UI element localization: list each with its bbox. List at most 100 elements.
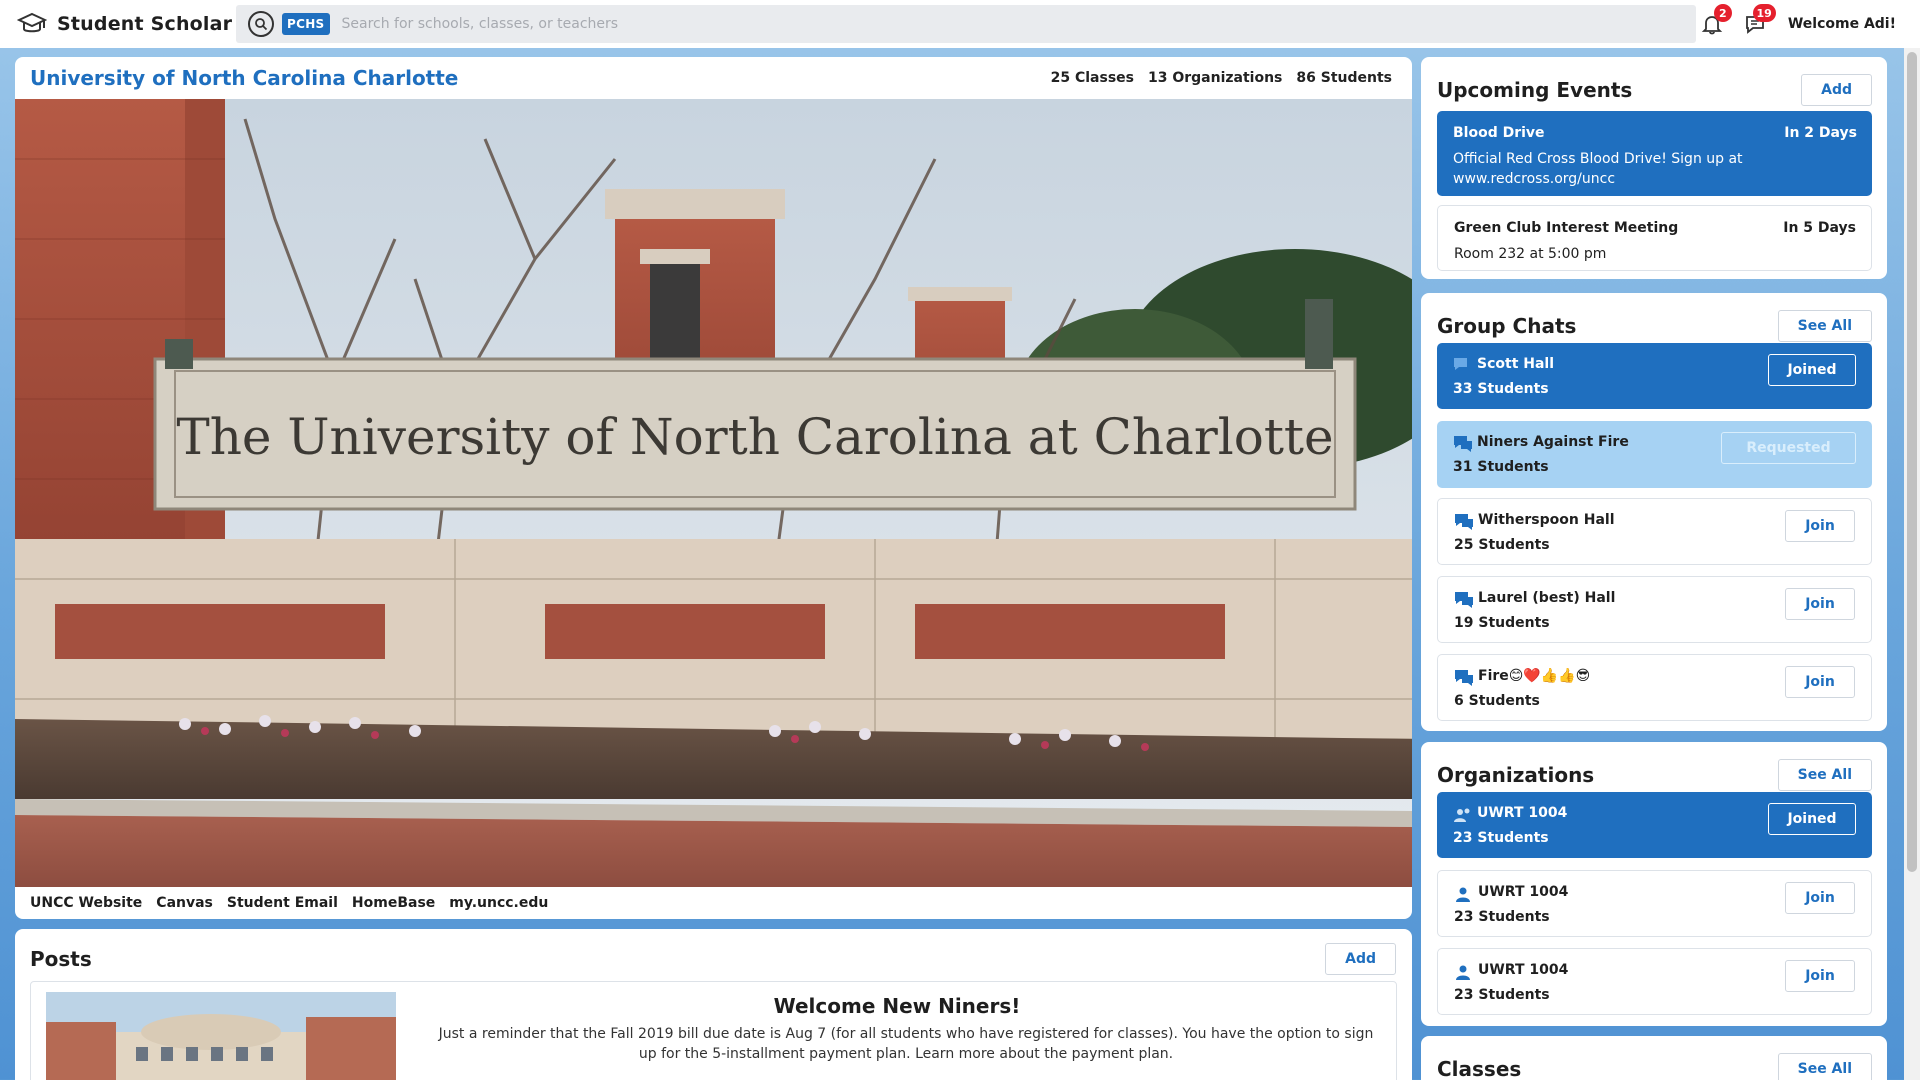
organization-item[interactable]: UWRT 1004 23 Students Joined — [1437, 792, 1872, 858]
users-icon — [1456, 965, 1470, 980]
event-item[interactable]: Blood Drive In 2 Days Official Red Cross… — [1437, 111, 1872, 196]
classes-header: Classes See All — [1421, 1036, 1887, 1080]
group-chat-name: Witherspoon Hall — [1478, 512, 1615, 528]
page-scrollbar[interactable] — [1904, 48, 1920, 1080]
school-links: UNCC Website Canvas Student Email HomeBa… — [15, 887, 1412, 919]
post-image — [46, 992, 396, 1080]
students-count[interactable]: 86 Students — [1296, 70, 1392, 86]
event-name: Blood Drive — [1453, 125, 1545, 141]
group-chat-name: Scott Hall — [1477, 356, 1555, 372]
brand-name: Student Scholar — [57, 13, 233, 35]
event-when: In 2 Days — [1784, 125, 1857, 141]
joined-button[interactable]: Joined — [1768, 803, 1856, 835]
chat-icon — [1455, 592, 1473, 608]
organization-item[interactable]: UWRT 1004 23 Students Join — [1437, 870, 1872, 937]
scrollbar-thumb[interactable] — [1907, 52, 1917, 872]
organization-count: 23 Students — [1454, 987, 1550, 1003]
add-post-button[interactable]: Add — [1325, 943, 1396, 975]
messages-button[interactable]: 19 — [1738, 4, 1776, 42]
users-icon — [1454, 808, 1470, 822]
campus-photo: The University of North Carolina at Char… — [15, 99, 1412, 887]
school-card: University of North Carolina Charlotte 2… — [15, 57, 1412, 919]
see-all-classes-button[interactable]: See All — [1777, 1053, 1872, 1080]
group-chat-item[interactable]: Witherspoon Hall 25 Students Join — [1437, 498, 1872, 565]
organization-name: UWRT 1004 — [1478, 884, 1569, 900]
notifications-badge: 2 — [1713, 4, 1732, 22]
group-chats-title: Group Chats — [1437, 314, 1577, 338]
users-icon — [1456, 887, 1470, 902]
group-chat-item[interactable]: Niners Against Fire 31 Students Requeste… — [1437, 421, 1872, 488]
link-my-uncc[interactable]: my.uncc.edu — [449, 895, 548, 911]
join-button[interactable]: Join — [1785, 960, 1855, 992]
search-input[interactable] — [341, 16, 1542, 32]
school-stats: 25 Classes 13 Organizations 86 Students — [1051, 70, 1392, 86]
classes-card: Classes See All — [1421, 1036, 1887, 1080]
organizations-card: Organizations See All UWRT 1004 23 Stude… — [1421, 742, 1887, 1026]
campus-sign-illustration: The University of North Carolina at Char… — [15, 99, 1412, 887]
search-icon[interactable] — [248, 11, 274, 37]
organizations-count[interactable]: 13 Organizations — [1148, 70, 1282, 86]
posts-card: Posts Add Welcome New Niners! Just a rem… — [15, 929, 1412, 1080]
group-chat-count: 6 Students — [1454, 693, 1540, 709]
messages-badge: 19 — [1752, 4, 1776, 22]
see-all-organizations-button[interactable]: See All — [1777, 759, 1872, 791]
join-button[interactable]: Join — [1785, 882, 1855, 914]
group-chat-count: 31 Students — [1453, 459, 1549, 475]
chat-icon — [1455, 670, 1473, 686]
organization-name: UWRT 1004 — [1477, 805, 1568, 821]
welcome-text[interactable]: Welcome Adi! — [1788, 16, 1896, 32]
post-title: Welcome New Niners! — [773, 994, 1021, 1018]
group-chat-item[interactable]: Scott Hall 33 Students Joined — [1437, 343, 1872, 409]
link-homebase[interactable]: HomeBase — [352, 895, 435, 911]
school-badge[interactable]: PCHS — [282, 13, 330, 35]
link-uncc-website[interactable]: UNCC Website — [30, 895, 142, 911]
classes-title: Classes — [1437, 1057, 1522, 1080]
join-button[interactable]: Join — [1785, 666, 1855, 698]
post-item[interactable]: Welcome New Niners! Just a reminder that… — [30, 981, 1397, 1080]
school-header: University of North Carolina Charlotte 2… — [15, 57, 1412, 99]
requested-button[interactable]: Requested — [1721, 432, 1856, 464]
posts-title: Posts — [30, 947, 92, 971]
group-chats-header: Group Chats See All — [1421, 293, 1887, 347]
events-card: Upcoming Events Add Blood Drive In 2 Day… — [1421, 57, 1887, 279]
join-button[interactable]: Join — [1785, 510, 1855, 542]
link-canvas[interactable]: Canvas — [156, 895, 213, 911]
event-item[interactable]: Green Club Interest Meeting In 5 Days Ro… — [1437, 205, 1872, 271]
event-description: Official Red Cross Blood Drive! Sign up … — [1453, 151, 1743, 187]
join-button[interactable]: Join — [1785, 588, 1855, 620]
school-title[interactable]: University of North Carolina Charlotte — [30, 66, 458, 90]
add-event-button[interactable]: Add — [1801, 74, 1872, 106]
group-chat-name: Niners Against Fire — [1477, 434, 1629, 450]
top-bar: Student Scholar PCHS 2 19 Welcome Adi! — [0, 0, 1920, 48]
notifications-button[interactable]: 2 — [1694, 4, 1732, 42]
event-when: In 5 Days — [1783, 220, 1856, 236]
group-chat-item[interactable]: Fire😊❤️👍👍😎 6 Students Join — [1437, 654, 1872, 721]
group-chat-count: 33 Students — [1453, 381, 1549, 397]
sign-text: The University of North Carolina at Char… — [176, 408, 1333, 466]
joined-button[interactable]: Joined — [1768, 354, 1856, 386]
chat-icon — [1454, 358, 1467, 370]
events-header: Upcoming Events Add — [1421, 57, 1887, 111]
organizations-header: Organizations See All — [1421, 742, 1887, 796]
group-chat-name: Fire😊❤️👍👍😎 — [1478, 668, 1591, 684]
event-name: Green Club Interest Meeting — [1454, 220, 1679, 236]
brand[interactable]: Student Scholar — [0, 8, 236, 40]
event-description: Room 232 at 5:00 pm — [1454, 246, 1607, 262]
posts-header: Posts Add — [15, 929, 1412, 975]
post-text: Just a reminder that the Fall 2019 bill … — [438, 1026, 1374, 1062]
organization-item[interactable]: UWRT 1004 23 Students Join — [1437, 948, 1872, 1015]
chat-icon — [1454, 436, 1472, 452]
organizations-title: Organizations — [1437, 763, 1595, 787]
group-chat-count: 25 Students — [1454, 537, 1550, 553]
group-chat-item[interactable]: Laurel (best) Hall 19 Students Join — [1437, 576, 1872, 643]
events-title: Upcoming Events — [1437, 78, 1633, 102]
chat-icon — [1455, 514, 1473, 530]
organization-name: UWRT 1004 — [1478, 962, 1569, 978]
organization-count: 23 Students — [1453, 830, 1549, 846]
group-chats-card: Group Chats See All Scott Hall 33 Studen… — [1421, 293, 1887, 731]
graduation-cap-icon — [16, 8, 48, 40]
link-student-email[interactable]: Student Email — [227, 895, 338, 911]
see-all-group-chats-button[interactable]: See All — [1777, 310, 1872, 342]
search-bar[interactable]: PCHS — [236, 5, 1696, 43]
classes-count[interactable]: 25 Classes — [1051, 70, 1134, 86]
